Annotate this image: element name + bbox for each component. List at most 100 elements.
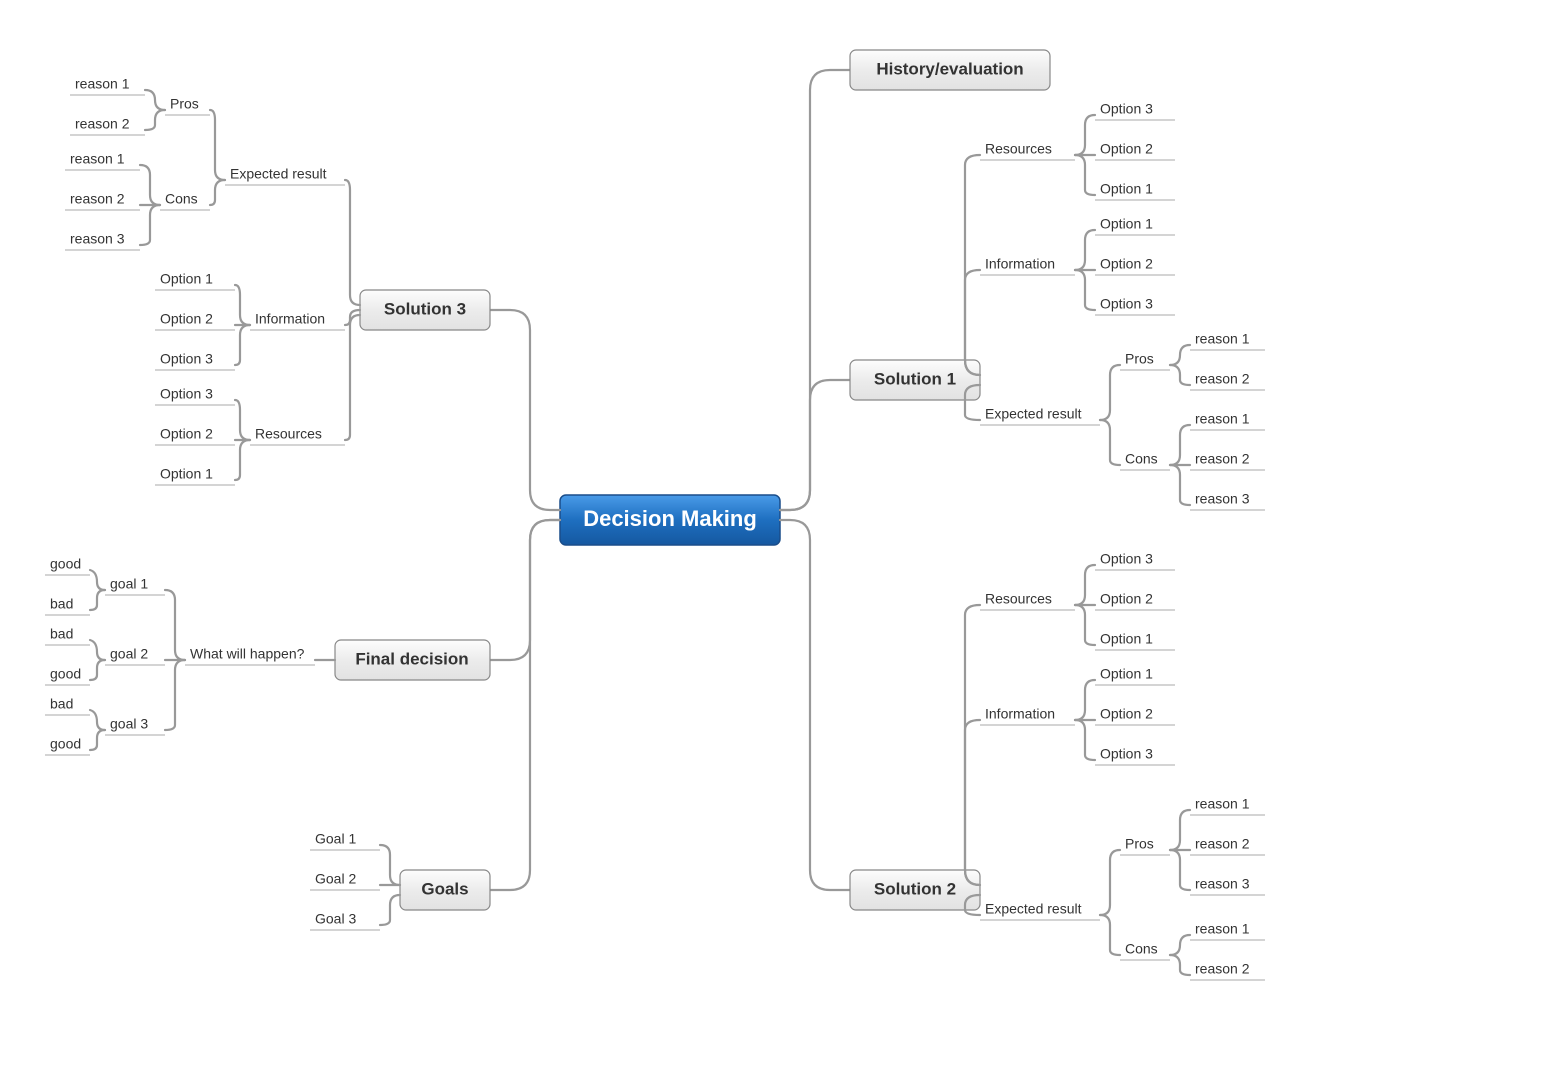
branch-solution1[interactable]: Solution 1	[850, 360, 980, 400]
s3-res-opt3[interactable]: Option 3	[155, 386, 235, 405]
s2-res-opt3[interactable]: Option 3	[1095, 551, 1175, 570]
s2-info-opt3[interactable]: Option 3	[1095, 746, 1175, 765]
svg-text:Option 1: Option 1	[1100, 216, 1153, 232]
s3-pros-r1[interactable]: reason 1	[70, 76, 145, 95]
s2-pros-r1[interactable]: reason 1	[1190, 796, 1265, 815]
solution1-label: Solution 1	[874, 369, 956, 388]
s2-cons-r2[interactable]: reason 2	[1190, 961, 1265, 980]
s2-cons-r1[interactable]: reason 1	[1190, 921, 1265, 940]
svg-text:reason 2: reason 2	[1195, 451, 1250, 467]
s3-info-opt1[interactable]: Option 1	[155, 271, 235, 290]
s1-res-opt3[interactable]: Option 3	[1095, 101, 1175, 120]
s1-cons-r2[interactable]: reason 2	[1190, 451, 1265, 470]
svg-text:Option 1: Option 1	[1100, 181, 1153, 197]
s3-res-opt2[interactable]: Option 2	[155, 426, 235, 445]
svg-text:reason 2: reason 2	[1195, 961, 1250, 977]
svg-text:good: good	[50, 556, 81, 572]
s1-expected[interactable]: Expected result	[980, 406, 1100, 425]
s1-info-opt1[interactable]: Option 1	[1095, 216, 1175, 235]
s3-resources[interactable]: Resources	[250, 426, 345, 445]
svg-text:reason 1: reason 1	[1195, 411, 1250, 427]
fd-g1[interactable]: goal 1	[105, 576, 165, 595]
s1-pros[interactable]: Pros	[1120, 351, 1170, 370]
mindmap-canvas: Decision Making History/evaluation Solut…	[0, 0, 1565, 1086]
s3-expected[interactable]: Expected result	[225, 166, 345, 185]
branch-solution3[interactable]: Solution 3	[360, 290, 490, 330]
svg-text:Option 1: Option 1	[1100, 666, 1153, 682]
fd-g1-bad[interactable]: bad	[45, 596, 90, 615]
fd-g3-good[interactable]: good	[45, 736, 90, 755]
s1-info-opt3[interactable]: Option 3	[1095, 296, 1175, 315]
s3-info-opt2[interactable]: Option 2	[155, 311, 235, 330]
svg-text:Option 3: Option 3	[1100, 551, 1153, 567]
fd-g2-bad[interactable]: bad	[45, 626, 90, 645]
s3-info-opt3[interactable]: Option 3	[155, 351, 235, 370]
svg-text:Goal 1: Goal 1	[315, 831, 356, 847]
svg-text:bad: bad	[50, 696, 73, 712]
s2-info-opt1[interactable]: Option 1	[1095, 666, 1175, 685]
s2-res-opt1[interactable]: Option 1	[1095, 631, 1175, 650]
branch-final-decision[interactable]: Final decision	[335, 640, 490, 680]
s1-pros-r1[interactable]: reason 1	[1190, 331, 1265, 350]
svg-text:Option 2: Option 2	[1100, 591, 1153, 607]
s3-cons-r1[interactable]: reason 1	[65, 151, 140, 170]
s2-info-opt2[interactable]: Option 2	[1095, 706, 1175, 725]
svg-text:reason 2: reason 2	[1195, 836, 1250, 852]
fd-g3[interactable]: goal 3	[105, 716, 165, 735]
svg-text:Expected result: Expected result	[230, 166, 327, 182]
s1-cons-r1[interactable]: reason 1	[1190, 411, 1265, 430]
svg-text:bad: bad	[50, 596, 73, 612]
s2-cons[interactable]: Cons	[1120, 941, 1170, 960]
svg-text:Option 2: Option 2	[1100, 706, 1153, 722]
s3-pros-r2[interactable]: reason 2	[70, 116, 145, 135]
fd-g2[interactable]: goal 2	[105, 646, 165, 665]
branch-solution2[interactable]: Solution 2	[850, 870, 980, 910]
s2-res-opt2[interactable]: Option 2	[1095, 591, 1175, 610]
root-node[interactable]: Decision Making	[560, 495, 780, 545]
svg-text:reason 1: reason 1	[1195, 921, 1250, 937]
s1-information[interactable]: Information	[980, 256, 1075, 275]
branch-history[interactable]: History/evaluation	[850, 50, 1050, 90]
s3-pros[interactable]: Pros	[165, 96, 210, 115]
svg-text:What will happen?: What will happen?	[190, 646, 305, 662]
s3-cons-r3[interactable]: reason 3	[65, 231, 140, 250]
s2-pros[interactable]: Pros	[1120, 836, 1170, 855]
branch-goals[interactable]: Goals	[400, 870, 490, 910]
goals-g1[interactable]: Goal 1	[310, 831, 380, 850]
s2-pros-r2[interactable]: reason 2	[1190, 836, 1265, 855]
svg-text:Pros: Pros	[1125, 351, 1154, 367]
s3-cons-r2[interactable]: reason 2	[65, 191, 140, 210]
fd-wwh[interactable]: What will happen?	[185, 646, 315, 665]
svg-text:reason 2: reason 2	[75, 116, 130, 132]
s2-pros-r3[interactable]: reason 3	[1190, 876, 1265, 895]
s3-res-opt1[interactable]: Option 1	[155, 466, 235, 485]
s2-information[interactable]: Information	[980, 706, 1075, 725]
s2-expected[interactable]: Expected result	[980, 901, 1100, 920]
svg-text:Option 2: Option 2	[1100, 256, 1153, 272]
s3-information[interactable]: Information	[250, 311, 345, 330]
svg-text:Option 3: Option 3	[1100, 101, 1153, 117]
fd-g2-good[interactable]: good	[45, 666, 90, 685]
fd-g3-bad[interactable]: bad	[45, 696, 90, 715]
svg-text:goal 3: goal 3	[110, 716, 148, 732]
s3-cons[interactable]: Cons	[160, 191, 210, 210]
svg-text:Option 3: Option 3	[1100, 296, 1153, 312]
svg-text:bad: bad	[50, 626, 73, 642]
svg-text:Cons: Cons	[1125, 941, 1158, 957]
svg-text:goal 2: goal 2	[110, 646, 148, 662]
s1-cons[interactable]: Cons	[1120, 451, 1170, 470]
history-label: History/evaluation	[876, 59, 1023, 78]
goals-g3[interactable]: Goal 3	[310, 911, 380, 930]
fd-g1-good[interactable]: good	[45, 556, 90, 575]
goals-g2[interactable]: Goal 2	[310, 871, 380, 890]
s1-res-opt1[interactable]: Option 1	[1095, 181, 1175, 200]
s1-res-opt2[interactable]: Option 2	[1095, 141, 1175, 160]
s1-info-opt2[interactable]: Option 2	[1095, 256, 1175, 275]
s1-pros-r2[interactable]: reason 2	[1190, 371, 1265, 390]
svg-text:Option 1: Option 1	[160, 271, 213, 287]
s1-cons-r3[interactable]: reason 3	[1190, 491, 1265, 510]
svg-text:good: good	[50, 666, 81, 682]
s1-resources[interactable]: Resources	[980, 141, 1075, 160]
s2-resources[interactable]: Resources	[980, 591, 1075, 610]
s1-info-label: Information	[985, 256, 1055, 272]
